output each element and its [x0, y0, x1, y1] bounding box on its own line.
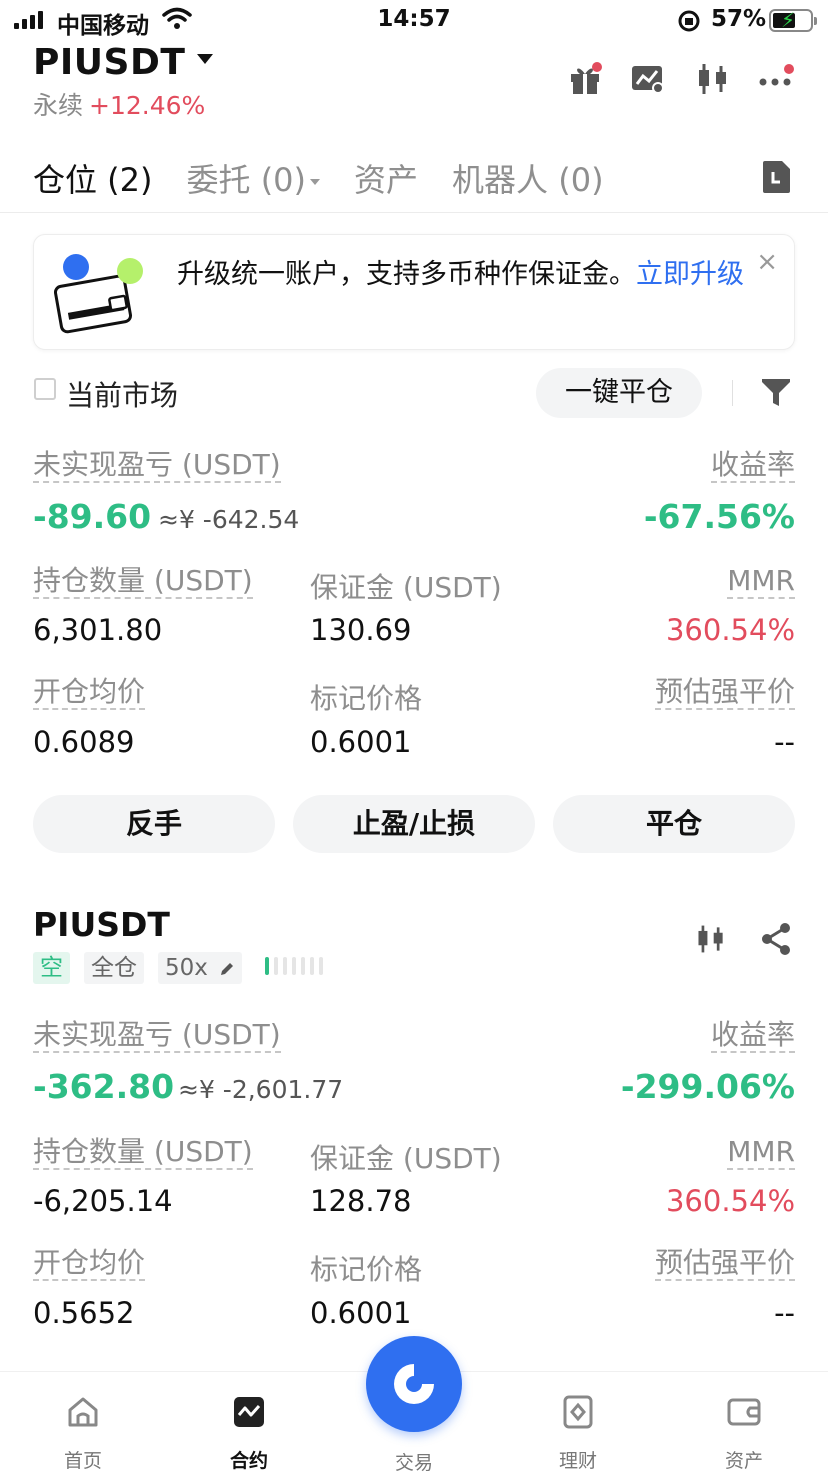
close-icon[interactable]: ×: [756, 247, 778, 277]
entry-price-label[interactable]: 开仓均价: [33, 1248, 146, 1281]
size-label[interactable]: 持仓数量 (USDT): [33, 566, 253, 599]
roe-label[interactable]: 收益率: [710, 450, 795, 483]
close-all-button[interactable]: 一键平仓: [536, 368, 702, 418]
orientation-lock-icon: [678, 10, 700, 32]
caret-down-icon: [310, 179, 321, 185]
mark-price-value: 0.6001: [310, 725, 412, 759]
margin-value: 130.69: [310, 613, 412, 647]
tab-orders[interactable]: 委托 (0): [187, 155, 321, 201]
risk-level-indicator: [265, 957, 323, 975]
nav-futures[interactable]: 合约: [189, 1372, 309, 1472]
gift-icon[interactable]: [566, 60, 604, 98]
liq-price-value: --: [774, 1296, 795, 1330]
margin-label: 保证金 (USDT): [310, 571, 502, 604]
position-tabs: 仓位 (2) 委托 (0) 资产 机器人 (0): [33, 155, 638, 201]
home-icon: [68, 1397, 98, 1427]
upnl-cny-value: ≈¥ -642.54: [158, 505, 300, 534]
upnl-value: -362.80: [33, 1067, 175, 1106]
battery-icon: ⚡: [769, 8, 817, 32]
mark-price-value: 0.6001: [310, 1296, 412, 1330]
tpsl-button[interactable]: 止盈/止损: [293, 795, 535, 853]
margin-value: 128.78: [310, 1184, 412, 1218]
banner-message: 升级统一账户，支持多币种作保证金。立即升级: [177, 253, 762, 297]
earn-icon: [563, 1395, 593, 1429]
trade-button[interactable]: [366, 1336, 462, 1432]
entry-price-label[interactable]: 开仓均价: [33, 677, 146, 710]
position-symbol[interactable]: PIUSDT: [33, 905, 170, 944]
nav-futures-label: 合约: [229, 1450, 268, 1472]
entry-price-value: 0.6089: [33, 725, 135, 759]
mmr-label[interactable]: MMR: [727, 1137, 795, 1170]
status-bar: 中国移动 14:57 57% ⚡: [0, 0, 828, 44]
roe-value: -299.06%: [620, 1067, 795, 1106]
tabs-divider: [0, 212, 828, 213]
share-icon[interactable]: [760, 922, 792, 956]
wallet-icon: [54, 254, 143, 334]
size-value: -6,205.14: [33, 1184, 173, 1218]
battery-percent: 57%: [711, 6, 767, 32]
upnl-value: -89.60: [33, 497, 152, 536]
roe-value: -67.56%: [643, 497, 795, 536]
reverse-button[interactable]: 反手: [33, 795, 275, 853]
close-position-button[interactable]: 平仓: [553, 795, 795, 853]
upnl-cny-value: ≈¥ -2,601.77: [178, 1075, 344, 1104]
nav-assets[interactable]: 资产: [684, 1372, 804, 1472]
edit-icon: [221, 962, 234, 975]
banner-text: 升级统一账户，支持多币种作保证金。: [177, 259, 636, 290]
liq-price-value: --: [774, 725, 795, 759]
roe-label[interactable]: 收益率: [710, 1020, 795, 1053]
filter-divider: [732, 380, 733, 406]
nav-earn-label: 理财: [558, 1450, 597, 1472]
margin-mode-badge[interactable]: 全仓: [84, 952, 144, 984]
candlestick-icon[interactable]: [694, 921, 728, 957]
filter-icon[interactable]: [760, 376, 792, 408]
mmr-value: 360.54%: [665, 613, 795, 647]
upnl-label[interactable]: 未实现盈亏 (USDT): [33, 1020, 281, 1053]
history-document-icon[interactable]: [760, 160, 792, 194]
tab-bots[interactable]: 机器人 (0): [452, 155, 604, 201]
tab-positions[interactable]: 仓位 (2): [33, 155, 153, 201]
mark-price-label: 标记价格: [310, 682, 423, 715]
upgrade-banner[interactable]: 升级统一账户，支持多币种作保证金。立即升级 ×: [33, 234, 795, 350]
nav-assets-label: 资产: [724, 1450, 763, 1472]
current-market-checkbox[interactable]: [34, 378, 56, 400]
price-change: +12.46%: [89, 91, 206, 120]
status-time: 14:57: [377, 6, 451, 32]
nav-home[interactable]: 首页: [23, 1372, 143, 1472]
more-icon[interactable]: [758, 60, 796, 98]
leverage-badge[interactable]: 50x: [158, 952, 243, 984]
upnl-label[interactable]: 未实现盈亏 (USDT): [33, 450, 281, 483]
pair-subtitle: 永续 +12.46%: [33, 86, 205, 122]
pair-selector[interactable]: PIUSDT: [33, 42, 185, 83]
upgrade-link[interactable]: 立即升级: [636, 259, 744, 290]
side-badge: 空: [33, 952, 70, 984]
chart-settings-icon[interactable]: [629, 60, 667, 98]
wallet-icon: [727, 1398, 761, 1426]
liq-price-label[interactable]: 预估强平价: [654, 1248, 795, 1281]
contract-type: 永续: [33, 91, 84, 120]
mark-price-label: 标记价格: [310, 1253, 423, 1286]
leverage-value: 50x: [165, 955, 208, 981]
margin-label: 保证金 (USDT): [310, 1142, 502, 1175]
candlestick-icon[interactable]: [694, 60, 732, 98]
entry-price-value: 0.5652: [33, 1296, 135, 1330]
futures-icon: [234, 1397, 264, 1427]
nav-earn[interactable]: 理财: [518, 1372, 638, 1472]
nav-home-label: 首页: [63, 1450, 102, 1472]
tab-assets[interactable]: 资产: [354, 155, 418, 201]
nav-trade-label: 交易: [394, 1452, 433, 1472]
liq-price-label[interactable]: 预估强平价: [654, 677, 795, 710]
trade-logo-icon: [394, 1364, 434, 1404]
tab-orders-label: 委托 (0): [186, 161, 307, 199]
mmr-value: 360.54%: [665, 1184, 795, 1218]
size-value: 6,301.80: [33, 613, 163, 647]
caret-down-icon[interactable]: [196, 53, 214, 65]
mmr-label[interactable]: MMR: [727, 566, 795, 599]
size-label[interactable]: 持仓数量 (USDT): [33, 1137, 253, 1170]
current-market-label[interactable]: 当前市场: [66, 374, 178, 414]
